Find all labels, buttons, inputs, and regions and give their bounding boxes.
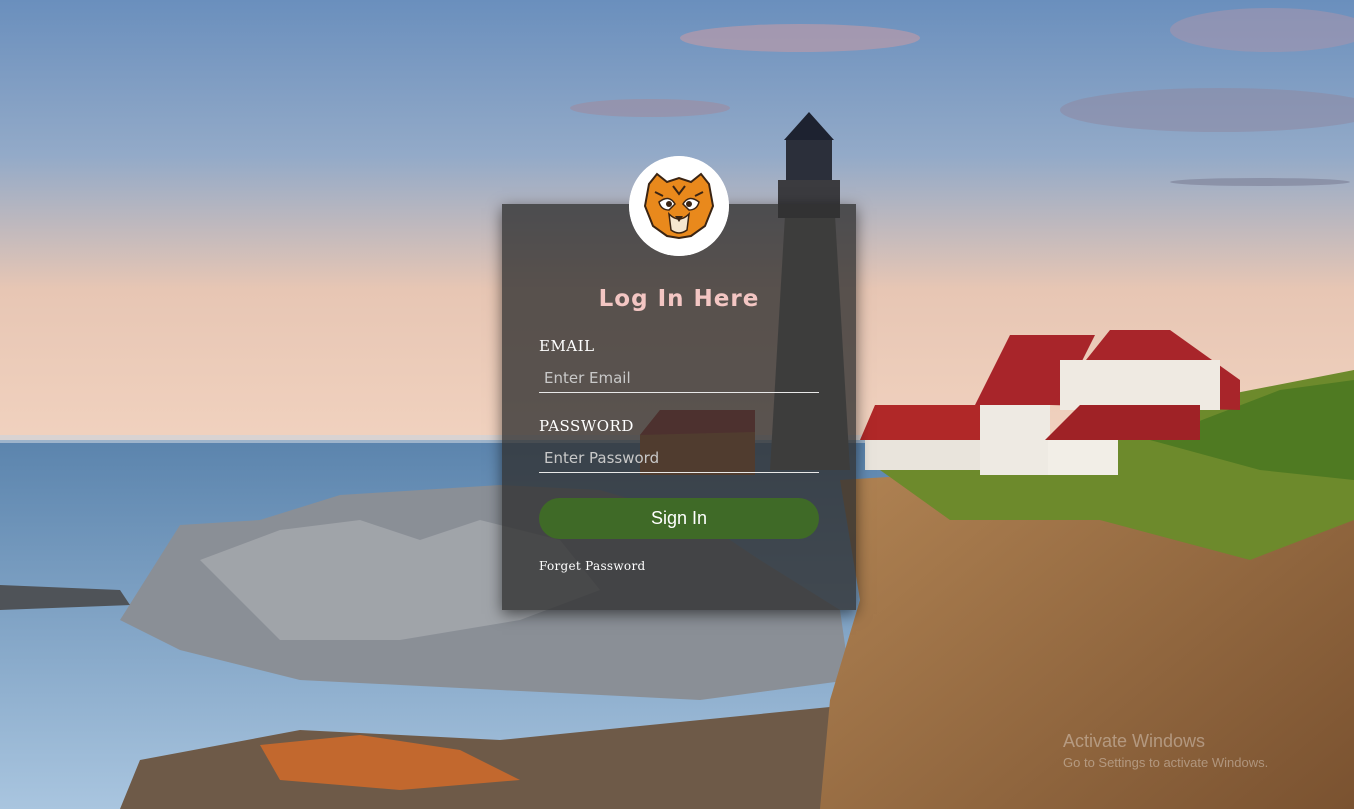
login-panel: [502, 204, 856, 610]
watermark-title: Activate Windows: [1063, 731, 1206, 751]
email-input[interactable]: [539, 363, 819, 393]
forget-password-link[interactable]: Forget Password: [539, 559, 645, 573]
password-label: PASSWORD: [539, 417, 634, 435]
tiger-logo-icon: [629, 156, 729, 256]
password-input[interactable]: [539, 443, 819, 473]
watermark-subtitle: Go to Settings to activate Windows.: [1063, 755, 1269, 770]
sign-in-button[interactable]: Sign In: [539, 498, 819, 539]
email-label: EMAIL: [539, 337, 595, 355]
activate-windows-watermark: Activate Windows Go to Settings to activ…: [1063, 731, 1268, 770]
login-title: Log In Here: [598, 286, 760, 312]
